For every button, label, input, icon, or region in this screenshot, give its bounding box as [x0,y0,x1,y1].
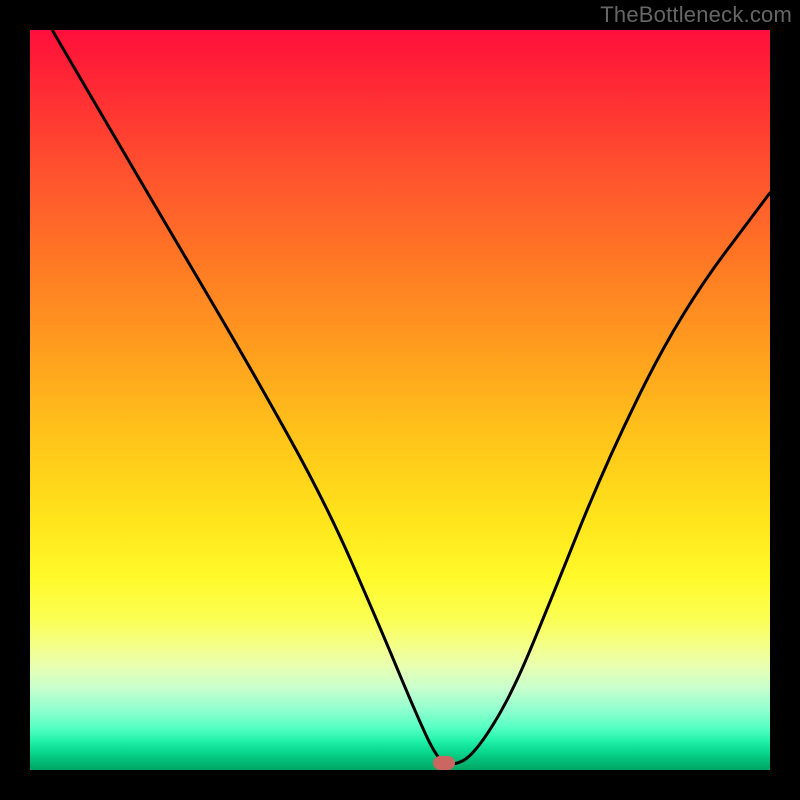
chart-frame: TheBottleneck.com [0,0,800,800]
plot-area [30,30,770,770]
optimal-point-marker [433,756,455,770]
curve-path [52,30,770,764]
bottleneck-curve [30,30,770,770]
watermark-text: TheBottleneck.com [600,2,792,28]
